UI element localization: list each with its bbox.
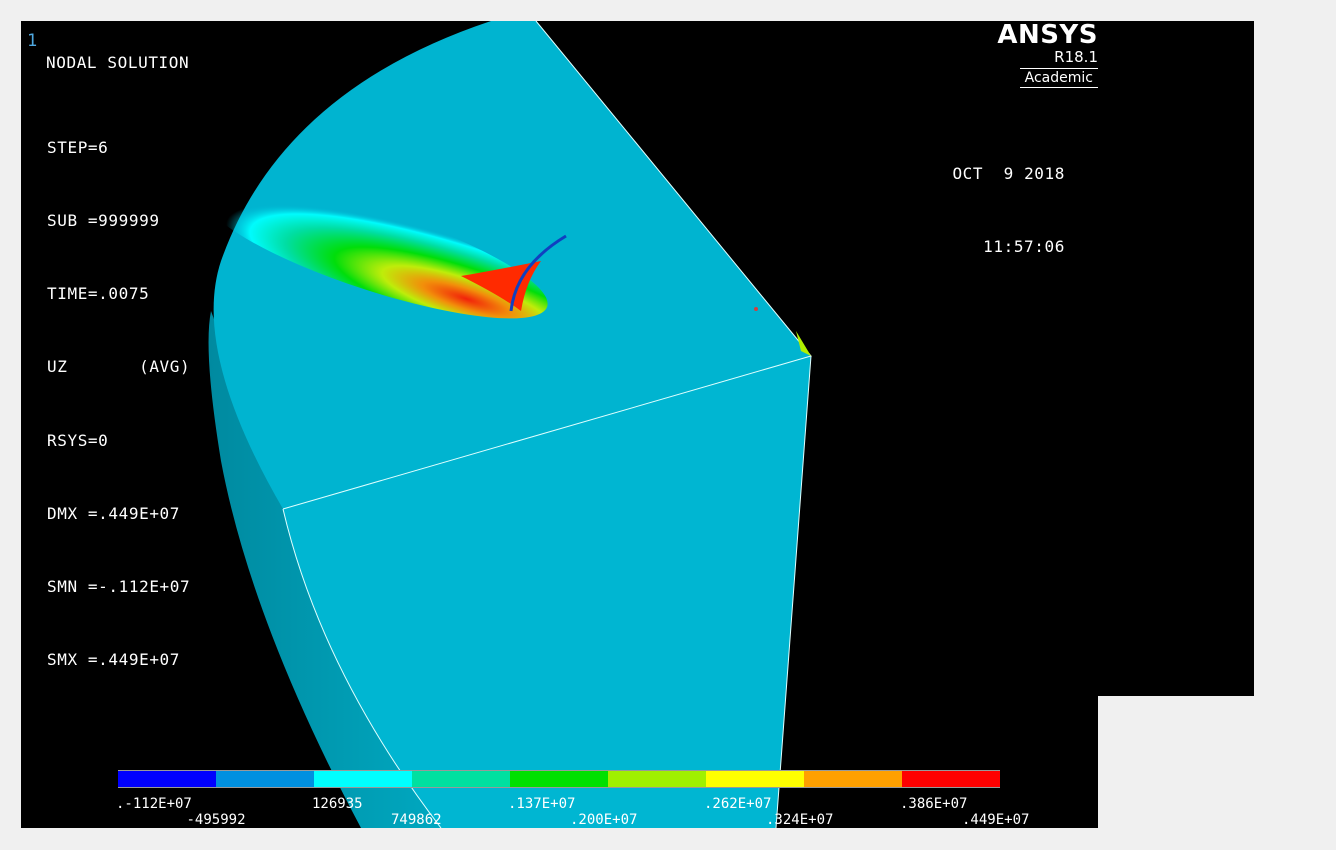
legend-label-lower-1: 749862 (391, 812, 442, 828)
node-marker (754, 307, 758, 311)
legend-label-upper-1: 126935 (312, 796, 363, 812)
legend-swatch-8 (902, 770, 1000, 788)
info-line-sub: SUB =999999 (47, 211, 160, 231)
logo-brand: ANSYS (997, 21, 1098, 50)
contour-legend (118, 770, 1000, 788)
legend-label-lower-2: .200E+07 (570, 812, 638, 828)
solution-info: STEP=6 SUB =999999 TIME=.0075 UZ (AVG) R… (47, 87, 190, 722)
legend-label-lower-0: -495992 (186, 812, 246, 828)
legend-swatch-7 (804, 770, 902, 788)
graphics-window[interactable]: 1 NODAL SOLUTION STEP=6 SUB =999999 TIME… (21, 21, 1098, 828)
info-line-time: TIME=.0075 (47, 284, 150, 304)
legend-swatch-0 (118, 770, 216, 788)
logo-version: R18.1 (1054, 48, 1098, 66)
info-line-smx: SMX =.449E+07 (47, 650, 181, 670)
legend-label-upper-2: .137E+07 (508, 796, 576, 812)
logo-license: Academic (1019, 68, 1098, 88)
info-line-smn: SMN =-.112E+07 (47, 577, 191, 597)
info-line-step: STEP=6 (47, 137, 109, 157)
info-line-result: UZ (AVG) (47, 357, 191, 377)
graphics-window-extension (1098, 21, 1254, 696)
legend-label-upper-4: .386E+07 (900, 796, 968, 812)
legend-label-lower-4: .449E+07 (962, 812, 1030, 828)
ansys-logo: ANSYS R18.1 Academic (948, 21, 1098, 88)
info-line-rsys: RSYS=0 (47, 430, 109, 450)
window-number: 1 (27, 31, 38, 51)
legend-swatch-5 (608, 770, 706, 788)
legend-swatch-6 (706, 770, 804, 788)
plot-title: NODAL SOLUTION (46, 53, 190, 72)
legend-swatch-1 (216, 770, 314, 788)
legend-swatch-3 (412, 770, 510, 788)
legend-label-upper-0: .-112E+07 (116, 796, 192, 812)
legend-swatch-2 (314, 770, 412, 788)
info-line-dmx: DMX =.449E+07 (47, 503, 181, 523)
plot-time: 11:57:06 (983, 237, 1065, 257)
plot-date: OCT 9 2018 (952, 163, 1065, 183)
date-time: OCT 9 2018 11:57:06 (952, 113, 1065, 308)
legend-swatch-4 (510, 770, 608, 788)
legend-label-upper-3: .262E+07 (704, 796, 772, 812)
legend-label-lower-3: .324E+07 (766, 812, 834, 828)
